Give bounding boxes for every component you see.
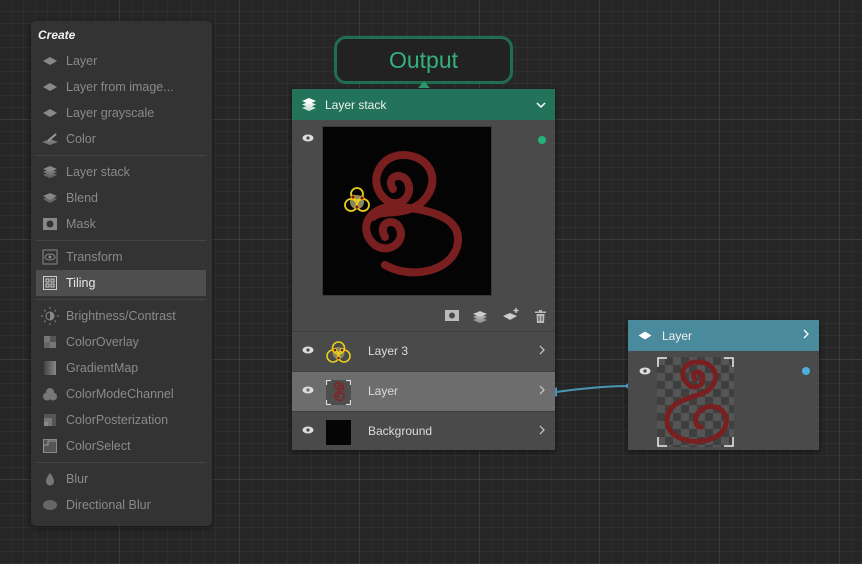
color-dropper-icon <box>40 131 60 147</box>
layer-icon <box>40 105 60 121</box>
menu-item-blur[interactable]: Blur <box>36 466 206 492</box>
layer-thumbnail-trefoil <box>326 340 351 365</box>
layer-stack-header[interactable]: Layer stack <box>292 89 555 120</box>
menu-item-color-select[interactable]: ColorSelect <box>36 433 206 459</box>
menu-item-label: Layer grayscale <box>66 106 155 120</box>
menu-item-label: ColorSelect <box>66 439 131 453</box>
layer-icon <box>40 79 60 95</box>
menu-item-label: Transform <box>66 250 123 264</box>
menu-item-label: Layer stack <box>66 165 130 179</box>
menu-item-tiling[interactable]: Tiling <box>36 270 206 296</box>
layer-node-header[interactable]: Layer <box>628 320 819 351</box>
visibility-eye-icon[interactable] <box>302 426 314 434</box>
menu-item-label: Blend <box>66 191 98 205</box>
layer-stack-icon <box>301 97 317 112</box>
menu-separator <box>36 299 206 300</box>
visibility-eye-icon[interactable] <box>302 346 314 354</box>
menu-item-gradient-map[interactable]: GradientMap <box>36 355 206 381</box>
visibility-eye-icon[interactable] <box>639 367 651 375</box>
tiling-icon <box>40 275 60 291</box>
output-label: Output <box>388 46 459 73</box>
menu-item-layer-from-image[interactable]: Layer from image... <box>36 74 206 100</box>
blur-icon <box>40 471 60 487</box>
chevron-right-icon[interactable] <box>803 329 809 339</box>
layer-stack-title: Layer stack <box>325 97 387 112</box>
layer-preview-thumbnail <box>657 357 734 447</box>
menu-item-layer[interactable]: Layer <box>36 48 206 74</box>
menu-item-transform[interactable]: Transform <box>36 244 206 270</box>
layer-stack-node[interactable]: Layer stack Layer 3 Layer Background <box>292 89 555 450</box>
color-overlay-icon <box>40 334 60 350</box>
menu-item-label: Brightness/Contrast <box>66 309 176 323</box>
menu-item-brightness-contrast[interactable]: Brightness/Contrast <box>36 303 206 329</box>
chevron-right-icon[interactable] <box>539 425 545 435</box>
brightness-icon <box>40 307 60 325</box>
output-input-port-icon[interactable] <box>418 81 430 88</box>
menu-separator <box>36 240 206 241</box>
layer-icon <box>638 331 652 340</box>
menu-item-color-posterization[interactable]: ColorPosterization <box>36 407 206 433</box>
menu-item-layer-stack[interactable]: Layer stack <box>36 159 206 185</box>
menu-item-label: ColorModeChannel <box>66 387 174 401</box>
layer-stack-icon <box>40 164 60 180</box>
collapse-chevron-down-icon[interactable] <box>536 97 546 115</box>
layer-row-layer[interactable]: Layer <box>292 371 555 411</box>
menu-item-label: ColorOverlay <box>66 335 139 349</box>
layer-thumbnail-spiral <box>325 379 352 406</box>
color-select-icon <box>40 438 60 454</box>
layer-name: Layer <box>368 384 399 398</box>
menu-item-label: ColorPosterization <box>66 413 169 427</box>
menu-item-label: GradientMap <box>66 361 139 375</box>
create-menu-title: Create <box>38 28 76 42</box>
trefoil-shape <box>344 187 370 212</box>
menu-item-directional-blur[interactable]: Directional Blur <box>36 492 206 518</box>
layer-node-title: Layer <box>662 328 693 343</box>
add-layer-stack-button[interactable] <box>473 310 487 323</box>
layer-thumbnail-black <box>326 420 351 445</box>
menu-separator <box>36 462 206 463</box>
delete-trash-icon[interactable] <box>535 310 546 323</box>
visibility-eye-icon[interactable] <box>302 386 314 394</box>
menu-item-color-mode-channel[interactable]: ColorModeChannel <box>36 381 206 407</box>
color-mode-channel-icon <box>40 386 60 402</box>
menu-item-label: Blur <box>66 472 89 486</box>
mask-icon <box>40 216 60 232</box>
layer-icon <box>40 53 60 69</box>
stack-preview-canvas <box>322 126 492 296</box>
spiral-shape <box>362 150 463 277</box>
layer-row-layer-3[interactable]: Layer 3 <box>292 331 555 371</box>
menu-item-blend[interactable]: Blend <box>36 185 206 211</box>
menu-item-mask[interactable]: Mask <box>36 211 206 237</box>
menu-item-label: Mask <box>66 217 96 231</box>
menu-item-color[interactable]: Color <box>36 126 206 152</box>
add-layer-button[interactable] <box>503 307 520 321</box>
stack-preview-area <box>292 120 555 331</box>
chevron-right-icon[interactable] <box>539 345 545 355</box>
menu-item-layer-grayscale[interactable]: Layer grayscale <box>36 100 206 126</box>
output-node[interactable]: Output <box>334 36 513 84</box>
layer-row-background[interactable]: Background <box>292 411 555 451</box>
gradient-map-icon <box>40 360 60 376</box>
output-port[interactable] <box>802 367 810 375</box>
menu-item-label: Layer from image... <box>66 80 174 94</box>
menu-separator <box>36 155 206 156</box>
layer-node[interactable]: Layer <box>628 320 819 450</box>
preview-eye-icon[interactable] <box>302 134 314 142</box>
output-port[interactable] <box>538 136 546 144</box>
layer-name: Background <box>368 424 433 438</box>
blend-icon <box>40 190 60 206</box>
create-menu: Create Layer Layer from image... Layer g… <box>31 21 212 526</box>
color-posterization-icon <box>40 412 60 428</box>
transform-icon <box>40 249 60 265</box>
menu-item-label: Directional Blur <box>66 498 151 512</box>
chevron-right-icon[interactable] <box>539 385 545 395</box>
directional-blur-icon <box>40 497 60 513</box>
menu-item-label: Color <box>66 132 96 146</box>
menu-item-color-overlay[interactable]: ColorOverlay <box>36 329 206 355</box>
menu-item-label: Tiling <box>66 276 96 290</box>
add-mask-button[interactable] <box>445 310 459 321</box>
menu-item-label: Layer <box>66 54 98 68</box>
layer-name: Layer 3 <box>368 344 409 358</box>
